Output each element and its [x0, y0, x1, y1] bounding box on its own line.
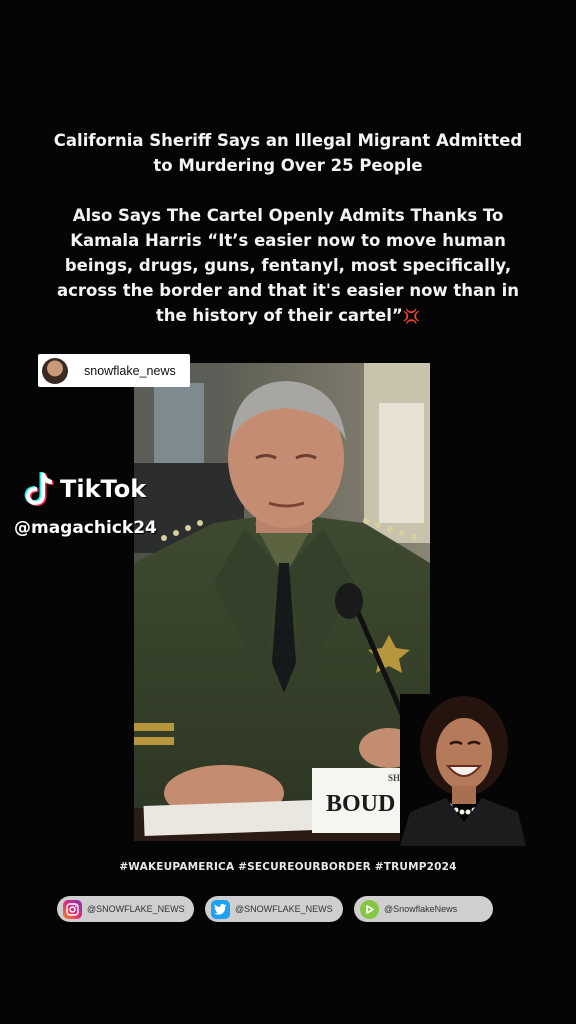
- sheriff-video-image: [134, 363, 430, 841]
- rumble-icon: [360, 899, 379, 919]
- headline-text: California Sheriff Says an Illegal Migra…: [40, 128, 536, 330]
- twitter-handle-pill[interactable]: @SNOWFLAKE_NEWS: [205, 896, 343, 922]
- headline-line: to Murdering Over 25 People: [153, 156, 423, 175]
- avatar: [42, 357, 68, 384]
- laughing-woman-image: [400, 694, 526, 846]
- tiktok-brand-text: TikTok: [60, 475, 147, 503]
- source-username: snowflake_news: [84, 363, 176, 378]
- rumble-handle-pill[interactable]: @SnowflakeNews: [354, 896, 493, 922]
- rumble-handle: @SnowflakeNews: [384, 904, 458, 914]
- instagram-icon: [63, 899, 82, 919]
- anger-emoji-icon: 💢: [402, 309, 421, 325]
- twitter-handle: @SNOWFLAKE_NEWS: [235, 904, 333, 914]
- instagram-handle: @SNOWFLAKE_NEWS: [87, 904, 185, 914]
- twitter-icon: [211, 899, 230, 919]
- inset-photo: [400, 694, 526, 846]
- headline-line: the history of their cartel”💢: [155, 306, 421, 325]
- headline-line: California Sheriff Says an Illegal Migra…: [53, 131, 523, 150]
- headline-line: Also Says The Cartel Openly Admits Thank…: [72, 206, 504, 225]
- hashtags-text: #WAKEUPAMERICA #SECUREOURBORDER #TRUMP20…: [119, 861, 457, 873]
- tiktok-username[interactable]: @magachick24: [14, 518, 157, 538]
- headline-line: across the border and that it's easier n…: [56, 281, 520, 300]
- instagram-handle-pill[interactable]: @SNOWFLAKE_NEWS: [57, 896, 194, 922]
- headline-line: Kamala Harris “It’s easier now to move h…: [70, 231, 506, 250]
- tiktok-icon: [24, 472, 54, 506]
- source-account-tag[interactable]: snowflake_news: [38, 354, 190, 387]
- tiktok-watermark: TikTok: [20, 470, 146, 508]
- headline-line: beings, drugs, guns, fentanyl, most spec…: [64, 256, 512, 275]
- nameplate-text: BOUD: [326, 791, 396, 817]
- video-frame[interactable]: SHER BOUD: [134, 363, 430, 841]
